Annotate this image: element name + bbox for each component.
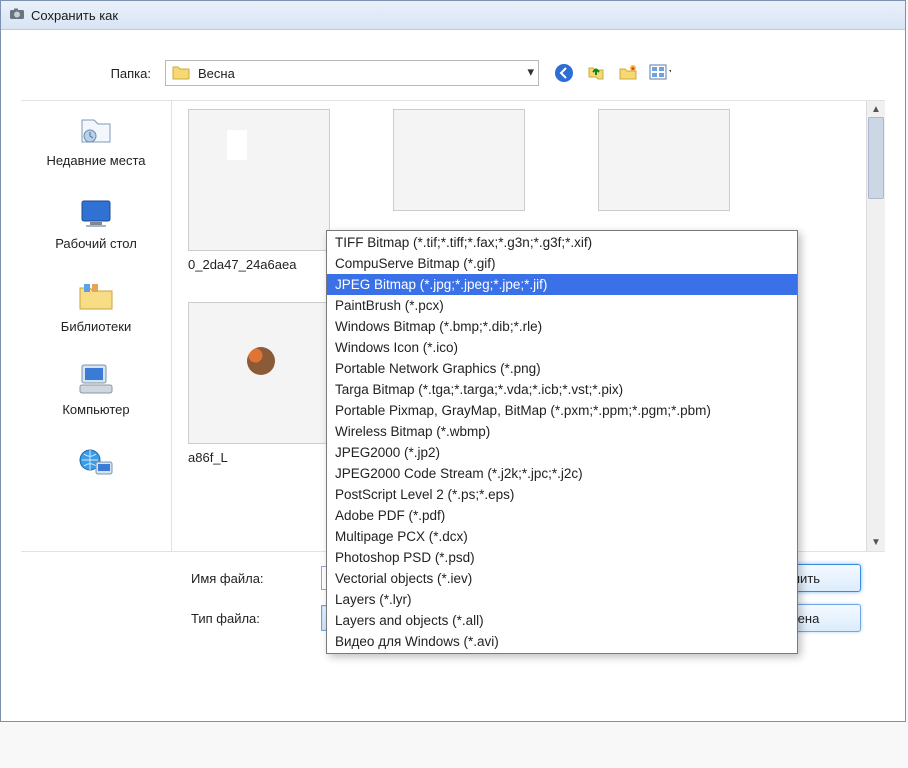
libraries-icon bbox=[75, 277, 117, 315]
back-icon[interactable] bbox=[553, 62, 575, 84]
folder-label: Папка: bbox=[71, 66, 151, 81]
place-label: Рабочий стол bbox=[36, 236, 156, 251]
filetype-option[interactable]: Portable Network Graphics (*.png) bbox=[327, 358, 797, 379]
thumbnail-image bbox=[188, 109, 330, 251]
camera-icon bbox=[9, 6, 25, 25]
computer-icon bbox=[75, 360, 117, 398]
filename-label: Имя файла: bbox=[191, 571, 321, 586]
svg-text:★: ★ bbox=[630, 66, 635, 73]
place-label: Библиотеки bbox=[36, 319, 156, 334]
file-thumb[interactable]: 0_2da47_24a6aea bbox=[188, 109, 333, 272]
thumbnail-caption: a86f_L bbox=[188, 450, 333, 465]
places-bar: Недавние места Рабочий стол Библиотеки bbox=[21, 101, 172, 551]
places-computer[interactable]: Компьютер bbox=[34, 356, 158, 421]
places-network[interactable] bbox=[34, 439, 158, 489]
filetype-option[interactable]: Layers (*.lyr) bbox=[327, 589, 797, 610]
places-desktop[interactable]: Рабочий стол bbox=[34, 190, 158, 255]
folder-icon bbox=[172, 64, 190, 83]
filetype-option[interactable]: Видео для Windows (*.avi) bbox=[327, 631, 797, 652]
recent-icon bbox=[75, 111, 117, 149]
places-libraries[interactable]: Библиотеки bbox=[34, 273, 158, 338]
filetype-option[interactable]: Wireless Bitmap (*.wbmp) bbox=[327, 421, 797, 442]
up-icon[interactable] bbox=[585, 62, 607, 84]
filetype-option[interactable]: JPEG2000 Code Stream (*.j2k;*.jpc;*.j2c) bbox=[327, 463, 797, 484]
thumbnail-image bbox=[393, 109, 525, 211]
filetype-option[interactable]: PaintBrush (*.pcx) bbox=[327, 295, 797, 316]
folder-row: Папка: Весна ▾ ★ bbox=[71, 60, 885, 86]
filetype-option[interactable]: Vectorial objects (*.iev) bbox=[327, 568, 797, 589]
filetype-option[interactable]: CompuServe Bitmap (*.gif) bbox=[327, 253, 797, 274]
view-menu-icon[interactable] bbox=[649, 62, 671, 84]
filetype-option[interactable]: Photoshop PSD (*.psd) bbox=[327, 547, 797, 568]
scroll-down-icon[interactable]: ▼ bbox=[871, 537, 881, 548]
place-label: Недавние места bbox=[36, 153, 156, 168]
filetype-option[interactable]: Multipage PCX (*.dcx) bbox=[327, 526, 797, 547]
scrollbar[interactable]: ▲ ▼ bbox=[866, 101, 885, 551]
file-thumb[interactable]: a86f_L bbox=[188, 302, 333, 465]
filetype-option[interactable]: JPEG Bitmap (*.jpg;*.jpeg;*.jpe;*.jif) bbox=[327, 274, 797, 295]
thumbnail-image bbox=[598, 109, 730, 211]
titlebar[interactable]: Сохранить как bbox=[1, 1, 905, 30]
save-as-dialog: Сохранить как Папка: Весна ▾ ★ bbox=[0, 0, 906, 722]
filetype-option[interactable]: Adobe PDF (*.pdf) bbox=[327, 505, 797, 526]
thumbnail-image bbox=[188, 302, 330, 444]
filetype-option[interactable]: Portable Pixmap, GrayMap, BitMap (*.pxm;… bbox=[327, 400, 797, 421]
desktop-icon bbox=[75, 194, 117, 232]
dialog-content: Папка: Весна ▾ ★ bbox=[1, 30, 905, 667]
scrollbar-thumb[interactable] bbox=[868, 117, 884, 199]
filetype-option[interactable]: TIFF Bitmap (*.tif;*.tiff;*.fax;*.g3n;*.… bbox=[327, 232, 797, 253]
place-label: Компьютер bbox=[36, 402, 156, 417]
network-icon bbox=[75, 443, 117, 481]
thumbnail-caption: 0_2da47_24a6aea bbox=[188, 257, 333, 272]
nav-toolbar: ★ bbox=[553, 62, 671, 84]
filetype-option[interactable]: JPEG2000 (*.jp2) bbox=[327, 442, 797, 463]
scroll-up-icon[interactable]: ▲ bbox=[871, 104, 881, 115]
filetype-option[interactable]: Layers and objects (*.all) bbox=[327, 610, 797, 631]
filetype-label: Тип файла: bbox=[191, 611, 321, 626]
folder-combo[interactable]: Весна ▾ bbox=[165, 60, 539, 86]
chevron-down-icon: ▾ bbox=[527, 64, 534, 80]
places-recent[interactable]: Недавние места bbox=[34, 107, 158, 172]
folder-value: Весна bbox=[198, 66, 235, 81]
filetype-option[interactable]: PostScript Level 2 (*.ps;*.eps) bbox=[327, 484, 797, 505]
new-folder-icon[interactable]: ★ bbox=[617, 62, 639, 84]
filetype-option[interactable]: Windows Bitmap (*.bmp;*.dib;*.rle) bbox=[327, 316, 797, 337]
filetype-option[interactable]: Targa Bitmap (*.tga;*.targa;*.vda;*.icb;… bbox=[327, 379, 797, 400]
filetype-dropdown-list[interactable]: TIFF Bitmap (*.tif;*.tiff;*.fax;*.g3n;*.… bbox=[326, 230, 798, 654]
window-title: Сохранить как bbox=[31, 8, 118, 23]
filetype-option[interactable]: Windows Icon (*.ico) bbox=[327, 337, 797, 358]
